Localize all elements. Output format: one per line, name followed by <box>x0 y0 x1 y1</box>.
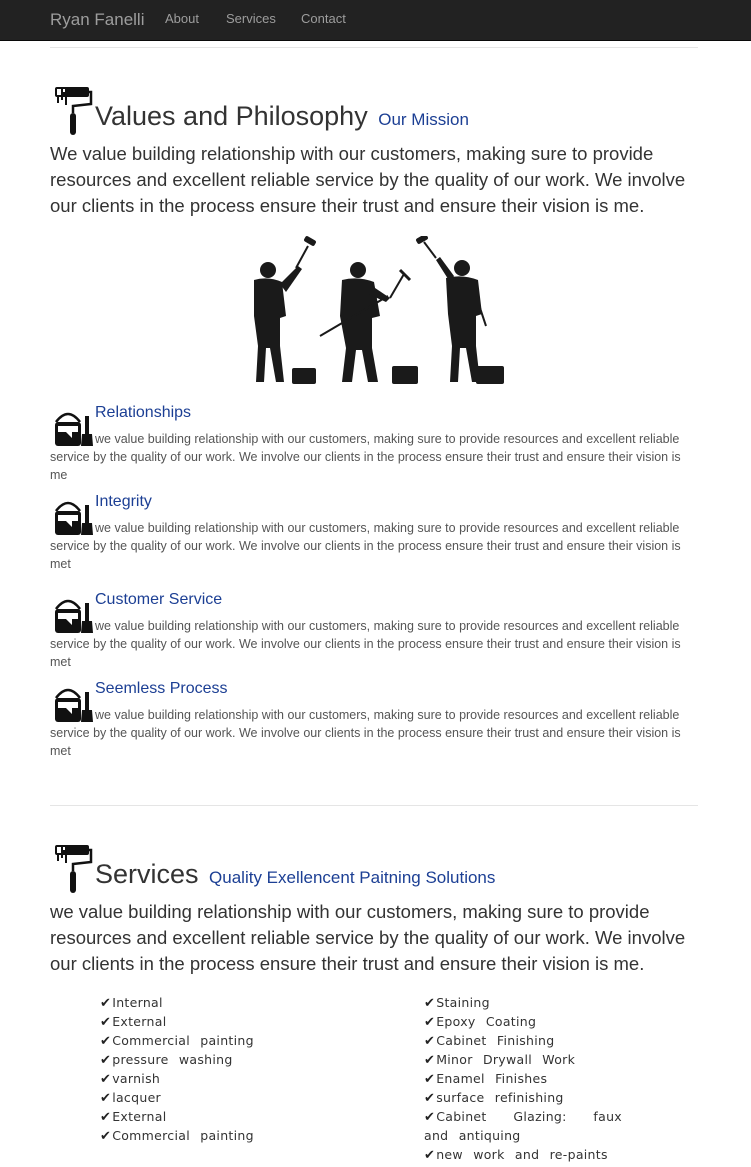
list-item: ✔Commercial painting <box>100 1033 254 1049</box>
checkmark-icon: ✔ <box>100 1053 112 1068</box>
checkmark-icon: ✔ <box>424 1148 436 1163</box>
value-item-title: Customer Service <box>95 591 223 608</box>
values-title: Values and Philosophy <box>95 101 368 131</box>
services-list-left: ✔Internal ✔External ✔Commercial painting… <box>100 994 300 1146</box>
painters-illustration <box>254 236 504 384</box>
list-item: ✔Internal <box>100 995 163 1011</box>
list-item: ✔lacquer <box>100 1090 161 1106</box>
checkmark-icon: ✔ <box>100 1091 112 1106</box>
list-item: ✔Cabinet Glazing: faux and antiquing <box>424 1109 622 1143</box>
checkmark-icon: ✔ <box>424 1091 436 1106</box>
list-item: ✔Epoxy Coating <box>424 1014 537 1030</box>
checkmark-icon: ✔ <box>424 1034 436 1049</box>
value-item: Integrity we value building relationship… <box>50 493 700 573</box>
nav-link-services[interactable]: Services <box>226 11 276 26</box>
list-item: ✔Commercial painting <box>100 1128 254 1144</box>
list-item: ✔pressure washing <box>100 1052 233 1068</box>
value-item-text: we value building relationship with our … <box>50 708 681 758</box>
value-item-title: Seemless Process <box>95 680 228 697</box>
paint-roller-icon <box>55 87 93 135</box>
list-item: ✔Cabinet Finishing <box>424 1033 555 1049</box>
list-item: ✔Staining <box>424 995 490 1011</box>
brand-link[interactable]: Ryan Fanelli <box>50 10 145 30</box>
checkmark-icon: ✔ <box>100 1034 112 1049</box>
divider <box>50 47 698 48</box>
checkmark-icon: ✔ <box>424 996 436 1011</box>
list-item: ✔varnish <box>100 1071 161 1087</box>
values-subtitle: Our Mission <box>378 110 469 129</box>
checkmark-icon: ✔ <box>424 1072 436 1087</box>
value-item-title: Integrity <box>95 493 152 510</box>
services-subtitle: Quality Exellencent Paitning Solutions <box>209 868 496 887</box>
section-title-values: Values and Philosophy Our Mission <box>95 101 469 132</box>
value-item-text: we value building relationship with our … <box>50 521 681 571</box>
navbar: Ryan Fanelli About Services Contact <box>0 0 751 41</box>
nav-link-contact[interactable]: Contact <box>301 11 346 26</box>
list-item: ✔new work and re-paints <box>424 1147 608 1163</box>
services-list-right: ✔Staining ✔Epoxy Coating ✔Cabinet Finish… <box>424 994 634 1165</box>
divider <box>50 805 698 806</box>
value-item-text: we value building relationship with our … <box>50 432 681 482</box>
list-item: ✔Minor Drywall Work <box>424 1052 576 1068</box>
section-title-services: Services Quality Exellencent Paitning So… <box>95 859 495 890</box>
value-item-text: we value building relationship with our … <box>50 619 681 669</box>
value-item-title: Relationships <box>95 404 192 421</box>
checkmark-icon: ✔ <box>424 1110 436 1125</box>
value-item: Seemless Process we value building relat… <box>50 680 700 760</box>
list-item: ✔External <box>100 1014 167 1030</box>
checkmark-icon: ✔ <box>100 1110 112 1125</box>
nav-link-about[interactable]: About <box>165 11 199 26</box>
list-item: ✔surface refinishing <box>424 1090 564 1106</box>
checkmark-icon: ✔ <box>100 1015 112 1030</box>
list-item: ✔External <box>100 1109 167 1125</box>
checkmark-icon: ✔ <box>100 1129 112 1144</box>
value-item: Relationships we value building relation… <box>50 404 700 484</box>
value-item: Customer Service we value building relat… <box>50 591 700 671</box>
list-item: ✔Enamel Finishes <box>424 1071 548 1087</box>
services-lead: we value building relationship with our … <box>50 901 686 974</box>
values-lead: We value building relationship with our … <box>50 143 686 216</box>
checkmark-icon: ✔ <box>100 1072 112 1087</box>
services-title: Services <box>95 859 199 889</box>
paint-roller-icon <box>55 845 93 893</box>
checkmark-icon: ✔ <box>100 996 112 1011</box>
checkmark-icon: ✔ <box>424 1015 436 1030</box>
checkmark-icon: ✔ <box>424 1053 436 1068</box>
